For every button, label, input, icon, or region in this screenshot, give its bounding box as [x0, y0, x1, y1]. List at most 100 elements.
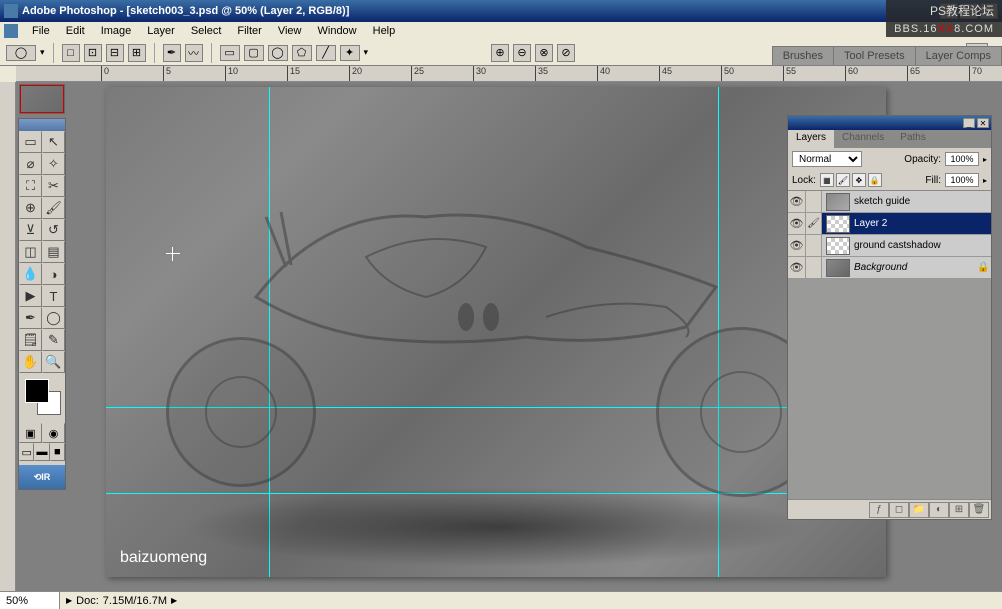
layer-row[interactable]: 👁 ground castshadow: [788, 235, 991, 257]
tool-marquee[interactable]: ▭: [19, 131, 42, 153]
ruler-horizontal[interactable]: 051015202530354045505560657075: [16, 66, 1002, 82]
edit-mode-quickmask[interactable]: ◉: [42, 423, 65, 443]
tool-stamp[interactable]: ⊻: [19, 219, 42, 241]
layer-link-cell[interactable]: [806, 191, 822, 212]
layer-style-button[interactable]: ƒ: [869, 502, 889, 518]
layer-thumbnail[interactable]: [826, 237, 850, 255]
menu-edit[interactable]: Edit: [58, 23, 93, 39]
lock-all[interactable]: 🔒: [868, 173, 882, 187]
tool-move[interactable]: ↖: [42, 131, 65, 153]
opacity-input[interactable]: [945, 152, 979, 166]
lock-pixels[interactable]: 🖌: [836, 173, 850, 187]
tool-gradient[interactable]: ▤: [42, 241, 65, 263]
fill-input[interactable]: [945, 173, 979, 187]
edit-mode-standard[interactable]: ▣: [19, 423, 42, 443]
layer-row[interactable]: 👁 Background 🔒: [788, 257, 991, 279]
layers-empty-area[interactable]: [788, 279, 991, 499]
tool-dodge[interactable]: ◑: [42, 263, 65, 285]
layer-name-label[interactable]: Layer 2: [854, 218, 991, 229]
layer-visibility-icon[interactable]: 👁: [788, 191, 806, 212]
menu-view[interactable]: View: [270, 23, 310, 39]
layer-visibility-icon[interactable]: 👁: [788, 235, 806, 256]
tool-pen[interactable]: ✒: [19, 307, 42, 329]
menu-image[interactable]: Image: [93, 23, 140, 39]
palette-tab-brushes[interactable]: Brushes: [772, 46, 834, 65]
tab-layers[interactable]: Layers: [788, 130, 834, 148]
panel-close[interactable]: ✕: [977, 118, 989, 128]
tool-lasso[interactable]: ⌀: [19, 153, 42, 175]
shape-polygon[interactable]: ⬠: [292, 45, 312, 61]
tool-type[interactable]: T: [42, 285, 65, 307]
tool-crop[interactable]: ⛶: [19, 175, 42, 197]
screen-mode-full-menubar[interactable]: ▬: [34, 443, 49, 461]
layer-name-label[interactable]: ground castshadow: [854, 240, 991, 251]
selection-new[interactable]: □: [62, 44, 80, 62]
tool-magic-wand[interactable]: ✧: [42, 153, 65, 175]
selection-add[interactable]: ⊡: [84, 44, 102, 62]
screen-mode-full[interactable]: ■: [50, 443, 65, 461]
layer-visibility-icon[interactable]: 👁: [788, 257, 806, 278]
opt-combine-add[interactable]: ⊕: [491, 44, 509, 62]
tool-history-brush[interactable]: ↺: [42, 219, 65, 241]
layer-link-cell[interactable]: [806, 235, 822, 256]
shape-custom[interactable]: ✦: [340, 45, 360, 61]
tool-eyedropper[interactable]: ✎: [42, 329, 65, 351]
tool-shape[interactable]: ◯: [42, 307, 65, 329]
tool-hand[interactable]: ✋: [19, 351, 42, 373]
layer-thumbnail[interactable]: [826, 193, 850, 211]
blend-mode-select[interactable]: Normal: [792, 151, 862, 167]
opacity-flyout[interactable]: ▸: [983, 155, 987, 164]
opt-combine-subtract[interactable]: ⊖: [513, 44, 531, 62]
ruler-vertical[interactable]: [0, 82, 16, 591]
selection-subtract[interactable]: ⊟: [106, 44, 124, 62]
tool-path-select[interactable]: ▶: [19, 285, 42, 307]
status-flyout-icon[interactable]: ▶: [66, 596, 72, 605]
opt-combine-exclude[interactable]: ⊘: [557, 44, 575, 62]
foreground-color[interactable]: [25, 379, 49, 403]
shape-roundrect[interactable]: ▢: [244, 45, 264, 61]
opt-freeform[interactable]: 〰: [185, 44, 203, 62]
layer-visibility-icon[interactable]: 👁: [788, 213, 806, 234]
delete-layer-button[interactable]: 🗑: [969, 502, 989, 518]
tool-healing[interactable]: ⊕: [19, 197, 42, 219]
selection-intersect[interactable]: ⊞: [128, 44, 146, 62]
tool-blur[interactable]: 💧: [19, 263, 42, 285]
tool-brush[interactable]: 🖌: [42, 197, 65, 219]
screen-mode-standard[interactable]: ▭: [19, 443, 34, 461]
layer-thumbnail[interactable]: [826, 215, 850, 233]
opt-pen[interactable]: ✒: [163, 44, 181, 62]
status-zoom[interactable]: 50%: [0, 592, 60, 609]
menu-select[interactable]: Select: [183, 23, 230, 39]
lock-position[interactable]: ✥: [852, 173, 866, 187]
status-doc-size[interactable]: ▶ Doc: 7.15M/16.7M ▶: [60, 595, 177, 607]
menu-file[interactable]: File: [24, 23, 58, 39]
layer-link-cell[interactable]: [806, 257, 822, 278]
adjustment-layer-button[interactable]: ◐: [929, 502, 949, 518]
tool-eraser[interactable]: ◫: [19, 241, 42, 263]
opt-combine-intersect[interactable]: ⊗: [535, 44, 553, 62]
tab-channels[interactable]: Channels: [834, 130, 892, 148]
shape-rect[interactable]: ▭: [220, 45, 240, 61]
tool-zoom[interactable]: 🔍: [42, 351, 65, 373]
jump-to-imageready[interactable]: ⟲IR: [19, 465, 65, 489]
layer-row[interactable]: 👁 🖌 Layer 2: [788, 213, 991, 235]
layer-name-label[interactable]: sketch guide: [854, 196, 991, 207]
menu-layer[interactable]: Layer: [139, 23, 183, 39]
layer-mask-button[interactable]: ◻: [889, 502, 909, 518]
palette-tab-tool-presets[interactable]: Tool Presets: [833, 46, 916, 65]
tool-preset-picker[interactable]: ◯: [6, 45, 36, 61]
layer-thumbnail[interactable]: [826, 259, 850, 277]
shape-line[interactable]: ╱: [316, 45, 336, 61]
layer-row[interactable]: 👁 sketch guide: [788, 191, 991, 213]
tool-notes[interactable]: 🗒: [19, 329, 42, 351]
new-set-button[interactable]: 📁: [909, 502, 929, 518]
panel-minimize[interactable]: _: [963, 118, 975, 128]
panel-drag-handle[interactable]: _ ✕: [788, 116, 991, 130]
shape-ellipse[interactable]: ◯: [268, 45, 288, 61]
fill-flyout[interactable]: ▸: [983, 176, 987, 185]
menu-filter[interactable]: Filter: [229, 23, 269, 39]
new-layer-button[interactable]: ⊞: [949, 502, 969, 518]
navigator-thumbnail[interactable]: [19, 84, 65, 114]
tool-slice[interactable]: ✂: [42, 175, 65, 197]
menu-help[interactable]: Help: [365, 23, 404, 39]
